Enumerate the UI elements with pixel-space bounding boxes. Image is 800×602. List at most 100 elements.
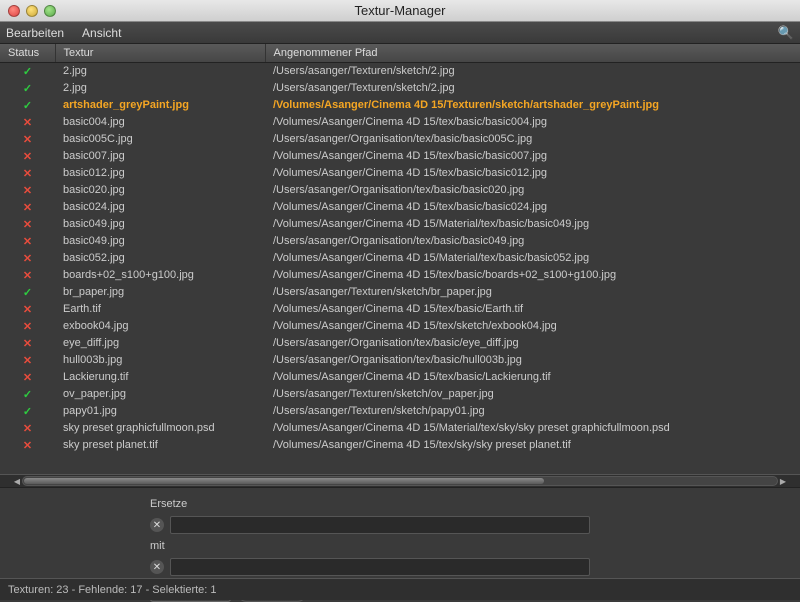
status-missing-icon: ✕ bbox=[23, 304, 32, 316]
menu-edit[interactable]: Bearbeiten bbox=[6, 26, 64, 40]
with-label: mit bbox=[150, 540, 165, 552]
status-missing-icon: ✕ bbox=[23, 202, 32, 214]
cell-texture: artshader_greyPaint.jpg bbox=[55, 97, 265, 114]
cell-status: ✕ bbox=[0, 199, 55, 216]
cell-path: /Users/asanger/Texturen/sketch/papy01.jp… bbox=[265, 403, 800, 420]
status-missing-icon: ✕ bbox=[23, 253, 32, 265]
cell-status: ✕ bbox=[0, 131, 55, 148]
cell-texture: Earth.tif bbox=[55, 301, 265, 318]
table-row[interactable]: ✕ basic007.jpg/Volumes/Asanger/Cinema 4D … bbox=[0, 148, 800, 165]
replace-label: Ersetze bbox=[150, 498, 187, 510]
cell-texture: basic007.jpg bbox=[55, 148, 265, 165]
cell-path: /Volumes/Asanger/Cinema 4D 15/tex/basic/… bbox=[265, 369, 800, 386]
cell-status: ✕ bbox=[0, 352, 55, 369]
status-ok-icon: ✓ bbox=[23, 100, 32, 112]
cell-status: ✕ bbox=[0, 114, 55, 131]
cell-path: /Volumes/Asanger/Cinema 4D 15/tex/basic/… bbox=[265, 267, 800, 284]
cell-texture: hull003b.jpg bbox=[55, 352, 265, 369]
table-row[interactable]: ✕ Earth.tif/Volumes/Asanger/Cinema 4D 15/… bbox=[0, 301, 800, 318]
table-row[interactable]: ✕ basic049.jpg/Volumes/Asanger/Cinema 4D … bbox=[0, 216, 800, 233]
cell-status: ✕ bbox=[0, 165, 55, 182]
cell-path: /Volumes/Asanger/Cinema 4D 15/Material/t… bbox=[265, 420, 800, 437]
table-row[interactable]: ✓papy01.jpg/Users/asanger/Texturen/sketc… bbox=[0, 403, 800, 420]
status-ok-icon: ✓ bbox=[23, 287, 32, 299]
table-row[interactable]: ✓2.jpg/Users/asanger/Texturen/sketch/2.j… bbox=[0, 63, 800, 80]
cell-path: /Volumes/Asanger/Cinema 4D 15/tex/basic/… bbox=[265, 301, 800, 318]
table-row[interactable]: ✓2.jpg/Users/asanger/Texturen/sketch/2.j… bbox=[0, 80, 800, 97]
status-missing-icon: ✕ bbox=[23, 151, 32, 163]
cell-path: /Users/asanger/Organisation/tex/basic/ba… bbox=[265, 182, 800, 199]
cell-path: /Volumes/Asanger/Cinema 4D 15/Texturen/s… bbox=[265, 97, 800, 114]
cell-texture: 2.jpg bbox=[55, 80, 265, 97]
table-row[interactable]: ✕basic020.jpg/Users/asanger/Organisation… bbox=[0, 182, 800, 199]
cell-path: /Users/asanger/Organisation/tex/basic/ba… bbox=[265, 131, 800, 148]
status-missing-icon: ✕ bbox=[23, 219, 32, 231]
cell-texture: ov_paper.jpg bbox=[55, 386, 265, 403]
cell-path: /Volumes/Asanger/Cinema 4D 15/Material/t… bbox=[265, 250, 800, 267]
scroll-right-icon[interactable]: ▶ bbox=[778, 477, 788, 486]
col-texture[interactable]: Textur bbox=[55, 44, 265, 63]
replace-with-input[interactable] bbox=[170, 558, 590, 576]
cell-path: /Volumes/Asanger/Cinema 4D 15/tex/basic/… bbox=[265, 114, 800, 131]
table-row[interactable]: ✕Lackierung.tif/Volumes/Asanger/Cinema 4… bbox=[0, 369, 800, 386]
status-missing-icon: ✕ bbox=[23, 321, 32, 333]
table-row[interactable]: ✕ sky preset planet.tif/Volumes/Asanger/C… bbox=[0, 437, 800, 454]
cell-path: /Users/asanger/Texturen/sketch/2.jpg bbox=[265, 80, 800, 97]
table-row[interactable]: ✕eye_diff.jpg/Users/asanger/Organisation… bbox=[0, 335, 800, 352]
status-ok-icon: ✓ bbox=[23, 389, 32, 401]
col-path[interactable]: Angenommener Pfad bbox=[265, 44, 800, 63]
status-missing-icon: ✕ bbox=[23, 270, 32, 282]
cell-path: /Users/asanger/Organisation/tex/basic/hu… bbox=[265, 352, 800, 369]
table-row[interactable]: ✓ov_paper.jpg/Users/asanger/Texturen/ske… bbox=[0, 386, 800, 403]
scroll-thumb[interactable] bbox=[24, 478, 544, 484]
clear-icon[interactable]: ✕ bbox=[150, 518, 164, 532]
cell-texture: basic052.jpg bbox=[55, 250, 265, 267]
cell-texture: basic004.jpg bbox=[55, 114, 265, 131]
status-missing-icon: ✕ bbox=[23, 236, 32, 248]
col-status[interactable]: Status bbox=[0, 44, 55, 63]
cell-path: /Volumes/Asanger/Cinema 4D 15/tex/basic/… bbox=[265, 165, 800, 182]
table-row[interactable]: ✕boards+02_s100+g100.jpg/Volumes/Asanger… bbox=[0, 267, 800, 284]
table-row[interactable]: ✕basic024.jpg/Volumes/Asanger/Cinema 4D … bbox=[0, 199, 800, 216]
cell-texture: sky preset graphicfullmoon.psd bbox=[55, 420, 265, 437]
cell-path: /Volumes/Asanger/Cinema 4D 15/Material/t… bbox=[265, 216, 800, 233]
table-row[interactable]: ✕sky preset graphicfullmoon.psd/Volumes/… bbox=[0, 420, 800, 437]
status-ok-icon: ✓ bbox=[23, 406, 32, 418]
cell-path: /Users/asanger/Organisation/tex/basic/ba… bbox=[265, 233, 800, 250]
menu-view[interactable]: Ansicht bbox=[82, 26, 121, 40]
cell-path: /Users/asanger/Texturen/sketch/2.jpg bbox=[265, 63, 800, 80]
cell-status: ✕ bbox=[0, 216, 55, 233]
table-row[interactable]: ✓ br_paper.jpg/Users/asanger/Texturen/ske… bbox=[0, 284, 800, 301]
titlebar: Textur-Manager bbox=[0, 0, 800, 22]
horizontal-scrollbar[interactable]: ◀ ▶ bbox=[0, 474, 800, 488]
table-row[interactable]: ✕basic005C.jpg/Users/asanger/Organisatio… bbox=[0, 131, 800, 148]
cell-texture: basic049.jpg bbox=[55, 216, 265, 233]
cell-path: /Volumes/Asanger/Cinema 4D 15/tex/sky/sk… bbox=[265, 437, 800, 454]
table-row[interactable]: ✕basic004.jpg/Volumes/Asanger/Cinema 4D … bbox=[0, 114, 800, 131]
table-row[interactable]: ✕basic049.jpg/Users/asanger/Organisation… bbox=[0, 233, 800, 250]
cell-texture: sky preset planet.tif bbox=[55, 437, 265, 454]
status-missing-icon: ✕ bbox=[23, 134, 32, 146]
status-text: Texturen: 23 - Fehlende: 17 - Selektiert… bbox=[8, 584, 217, 596]
cell-texture: br_paper.jpg bbox=[55, 284, 265, 301]
status-missing-icon: ✕ bbox=[23, 185, 32, 197]
scroll-left-icon[interactable]: ◀ bbox=[12, 477, 22, 486]
cell-status: ✕ bbox=[0, 369, 55, 386]
cell-status: ✕ bbox=[0, 437, 55, 454]
table-row[interactable]: ✕hull003b.jpg/Users/asanger/Organisation… bbox=[0, 352, 800, 369]
cell-status: ✓ bbox=[0, 80, 55, 97]
table-row[interactable]: ✓ artshader_greyPaint.jpg/Volumes/Asanger… bbox=[0, 97, 800, 114]
cell-path: /Users/asanger/Texturen/sketch/br_paper.… bbox=[265, 284, 800, 301]
table-row[interactable]: ✕exbook04.jpg/Volumes/Asanger/Cinema 4D … bbox=[0, 318, 800, 335]
table-row[interactable]: ✕basic012.jpg/Volumes/Asanger/Cinema 4D … bbox=[0, 165, 800, 182]
cell-status: ✓ bbox=[0, 403, 55, 420]
table-row[interactable]: ✕ basic052.jpg/Volumes/Asanger/Cinema 4D … bbox=[0, 250, 800, 267]
replace-from-input[interactable] bbox=[170, 516, 590, 534]
status-missing-icon: ✕ bbox=[23, 440, 32, 452]
texture-table: Status Textur Angenommener Pfad Echter P… bbox=[0, 44, 800, 474]
clear-icon[interactable]: ✕ bbox=[150, 560, 164, 574]
cell-path: /Volumes/Asanger/Cinema 4D 15/tex/basic/… bbox=[265, 148, 800, 165]
cell-texture: 2.jpg bbox=[55, 63, 265, 80]
search-icon[interactable]: 🔍 bbox=[778, 25, 794, 41]
cell-path: /Volumes/Asanger/Cinema 4D 15/tex/sketch… bbox=[265, 318, 800, 335]
